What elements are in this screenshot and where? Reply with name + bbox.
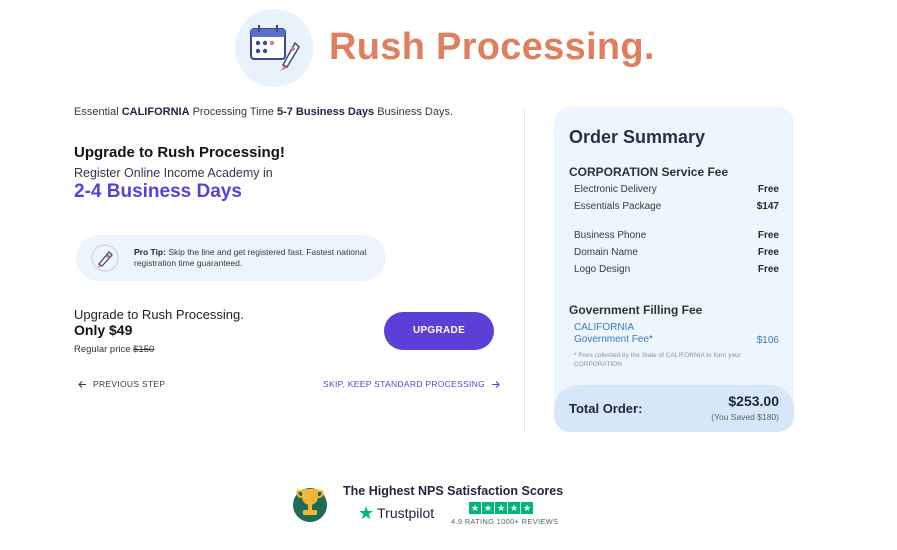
upgrade-button[interactable]: UPGRADE <box>384 312 494 350</box>
trustpilot-rating: 4.9 RATING 1000+ REVIEWS <box>451 517 559 526</box>
summary-row: Business Phone Free <box>574 230 779 241</box>
total-amount: $253.00 <box>728 393 779 409</box>
arrow-right-icon <box>492 380 500 388</box>
upgrade-heading: Upgrade to Rush Processing! <box>74 144 285 161</box>
pro-tip-box: Pro Tip: Skip the line and get registere… <box>76 235 386 281</box>
rush-days: 2-4 Business Days <box>74 181 242 202</box>
total-label: Total Order: <box>569 401 643 416</box>
service-fee-title: CORPORATION Service Fee <box>569 165 729 179</box>
regular-price: Regular price $150 <box>74 344 155 355</box>
pro-tip-text: Pro Tip: Skip the line and get registere… <box>134 247 367 268</box>
government-fee-row: CALIFORNIA Government Fee* $106 <box>574 322 779 346</box>
page-title: Rush Processing. <box>329 26 655 68</box>
summary-row: Essentials Package $147 <box>574 201 779 212</box>
nps-title: The Highest NPS Satisfaction Scores <box>343 484 564 498</box>
star-icon: ★ <box>482 502 494 514</box>
star-icon: ★ <box>469 502 481 514</box>
trophy-icon <box>293 488 327 522</box>
summary-row: Logo Design Free <box>574 264 779 275</box>
government-fee-title: Government Filling Fee <box>569 303 703 317</box>
star-icon: ★ <box>508 502 520 514</box>
order-summary-title: Order Summary <box>569 127 706 147</box>
star-icon: ★ <box>495 502 507 514</box>
star-icon: ★ <box>521 502 533 514</box>
skip-standard-processing-link[interactable]: SKIP, KEEP STANDARD PROCESSING <box>323 379 500 389</box>
trustpilot-logo: ★ Trustpilot <box>358 503 435 523</box>
star-icon: ★ <box>358 503 375 523</box>
summary-row: Electronic Delivery Free <box>574 184 779 195</box>
column-divider <box>524 108 525 432</box>
rush-price: Only $49 <box>74 322 133 338</box>
previous-step-link[interactable]: PREVIOUS STEP <box>78 379 165 389</box>
summary-row: Domain Name Free <box>574 247 779 258</box>
total-order-bar: Total Order: $253.00 (You Saved $180) <box>554 385 794 432</box>
order-summary: Order Summary CORPORATION Service Fee El… <box>554 107 794 432</box>
fee-footnote: * Fees collected by the State of CALIFOR… <box>574 352 741 368</box>
upsell-line: Upgrade to Rush Processing. <box>74 307 244 322</box>
saved-amount: (You Saved $180) <box>711 412 779 422</box>
trustpilot-stars: ★ ★ ★ ★ ★ <box>469 502 533 514</box>
calendar-rocket-icon <box>235 9 313 87</box>
register-line: Register Online Income Academy in <box>74 166 273 180</box>
arrow-left-icon <box>78 380 86 388</box>
rocket-icon <box>91 244 119 272</box>
essential-processing-time: Essential CALIFORNIA Processing Time 5-7… <box>74 106 454 118</box>
